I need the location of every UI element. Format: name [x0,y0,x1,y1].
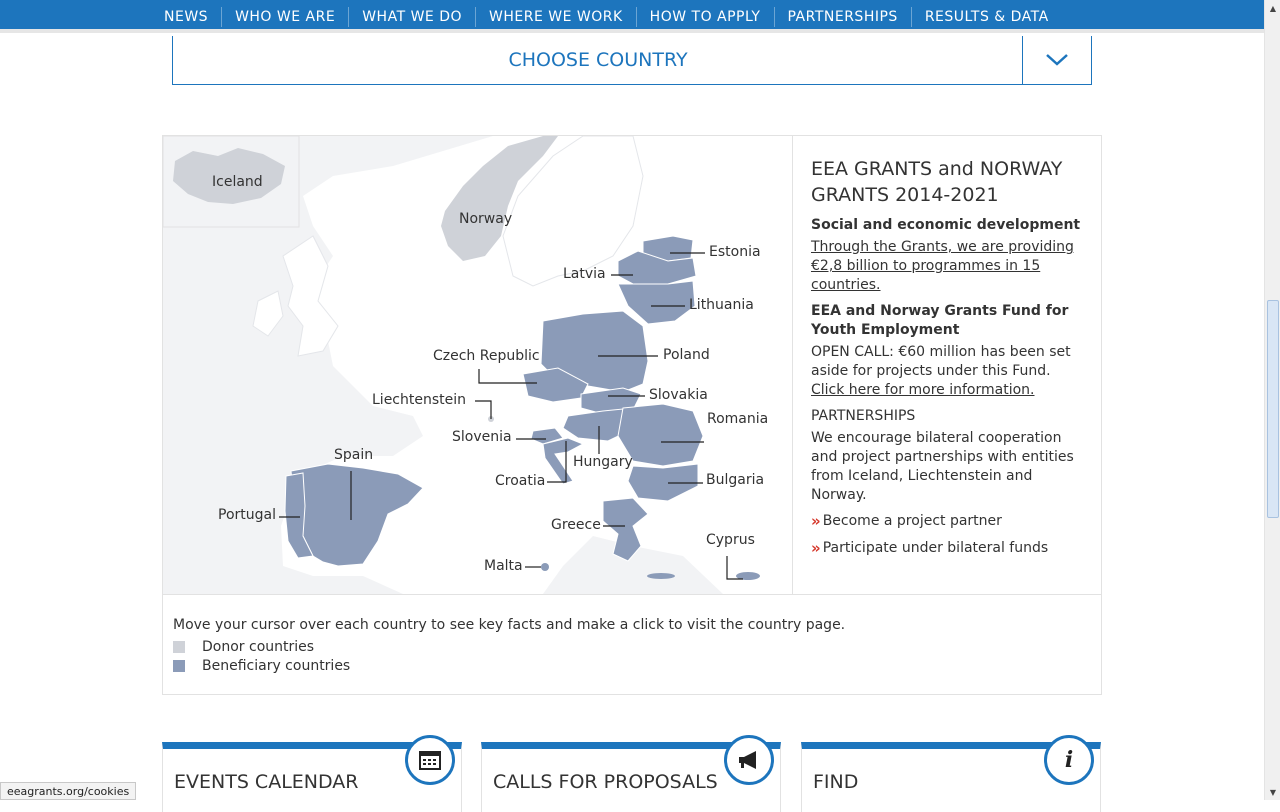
double-chevron-right-icon: » [811,539,821,557]
info-icon[interactable]: i [1044,735,1094,785]
legend-label-donor: Donor countries [202,638,315,655]
malta-shape [541,563,549,571]
nav-news[interactable]: NEWS [152,7,221,27]
info-section2-paragraph: OPEN CALL: €60 million has been set asid… [811,343,1086,400]
info-section1-heading: Social and economic development [811,217,1081,233]
info-section2-link[interactable]: Click here for more information. [811,382,1034,398]
scroll-down-arrow-icon[interactable]: ▼ [1265,784,1280,800]
label-liechtenstein[interactable]: Liechtenstein [372,392,466,408]
label-poland[interactable]: Poland [663,347,710,363]
label-slovakia[interactable]: Slovakia [649,387,708,403]
legend-item-donor: Donor countries [173,637,1091,656]
label-hungary[interactable]: Hungary [573,454,633,470]
legend-label-beneficiary: Beneficiary countries [202,657,351,674]
card-events-calendar[interactable]: EVENTS CALENDAR [162,735,462,812]
double-chevron-right-icon: » [811,512,821,530]
label-latvia[interactable]: Latvia [563,266,606,282]
info-section1-link[interactable]: Through the Grants, we are providing €2,… [811,238,1086,295]
chevron-down-icon[interactable] [1022,36,1091,84]
europe-map[interactable]: Iceland Norway Estonia Latvia Lithuania … [163,136,793,594]
choose-country-label[interactable]: CHOOSE COUNTRY [173,36,1023,84]
scroll-up-arrow-icon[interactable]: ▲ [1265,0,1280,16]
label-lithuania[interactable]: Lithuania [689,297,754,313]
bilateral-funds-link[interactable]: » Participate under bilateral funds [811,539,1086,558]
nav-what-we-do[interactable]: WHAT WE DO [348,6,475,27]
info-sidebar: EEA GRANTS and NORWAY GRANTS 2014-2021 S… [811,156,1086,566]
map-panel: Iceland Norway Estonia Latvia Lithuania … [162,135,1102,695]
card-calls-title[interactable]: CALLS FOR PROPOSALS [493,771,718,793]
label-romania[interactable]: Romania [707,411,768,427]
legend-hint: Move your cursor over each country to se… [173,617,846,633]
info-title: EEA GRANTS and NORWAY GRANTS 2014-2021 [811,158,1063,206]
become-partner-label[interactable]: Become a project partner [823,512,1002,531]
crete-shape [647,573,675,579]
label-bulgaria[interactable]: Bulgaria [706,472,764,488]
nav-partnerships[interactable]: PARTNERSHIPS [773,6,911,27]
legend-swatch-donor [173,640,185,653]
info-section3-text: We encourage bilateral cooperation and p… [811,430,1074,503]
nav-where-we-work[interactable]: WHERE WE WORK [475,6,636,27]
legend-item-beneficiary: Beneficiary countries [173,656,1091,675]
map-graphic [163,136,792,594]
scrollbar-thumb[interactable] [1267,300,1279,518]
card-find[interactable]: FIND i [801,735,1101,812]
bilateral-funds-label[interactable]: Participate under bilateral funds [823,539,1048,558]
card-events-calendar-title[interactable]: EVENTS CALENDAR [174,771,359,793]
label-greece[interactable]: Greece [551,517,601,533]
label-malta[interactable]: Malta [484,558,523,574]
ireland-shape [252,290,284,337]
label-portugal[interactable]: Portugal [218,507,276,523]
label-iceland[interactable]: Iceland [212,174,263,190]
nav-results-data[interactable]: RESULTS & DATA [910,6,1062,27]
info-glyph: i [1064,747,1074,773]
card-calls-for-proposals[interactable]: CALLS FOR PROPOSALS [481,735,781,812]
label-cyprus[interactable]: Cyprus [706,532,755,548]
legend-swatch-beneficiary [173,659,185,672]
label-estonia[interactable]: Estonia [709,244,761,260]
label-slovenia[interactable]: Slovenia [452,429,512,445]
nav-how-to-apply[interactable]: HOW TO APPLY [635,6,774,27]
info-section2-text: OPEN CALL: €60 million has been set asid… [811,344,1071,379]
label-czech-republic[interactable]: Czech Republic [433,348,540,364]
label-croatia[interactable]: Croatia [495,473,545,489]
map-legend: Move your cursor over each country to se… [163,594,1101,694]
top-navigation: NEWS WHO WE ARE WHAT WE DO WHERE WE WORK… [0,0,1264,33]
card-find-title[interactable]: FIND [813,771,858,793]
nav-who-we-are[interactable]: WHO WE ARE [221,6,348,27]
info-section2-heading: EEA and Norway Grants Fund for Youth Emp… [811,303,1069,338]
calendar-icon[interactable] [405,735,455,785]
status-bar-url: eeagrants.org/cookies [0,782,137,800]
choose-country-dropdown[interactable]: CHOOSE COUNTRY [172,36,1092,85]
label-norway[interactable]: Norway [459,211,512,227]
become-partner-link[interactable]: » Become a project partner [811,512,1086,531]
label-spain[interactable]: Spain [334,447,373,463]
vertical-scrollbar[interactable]: ▲ ▼ [1264,0,1280,800]
megaphone-icon[interactable] [724,735,774,785]
info-section3-heading: PARTNERSHIPS [811,408,916,424]
